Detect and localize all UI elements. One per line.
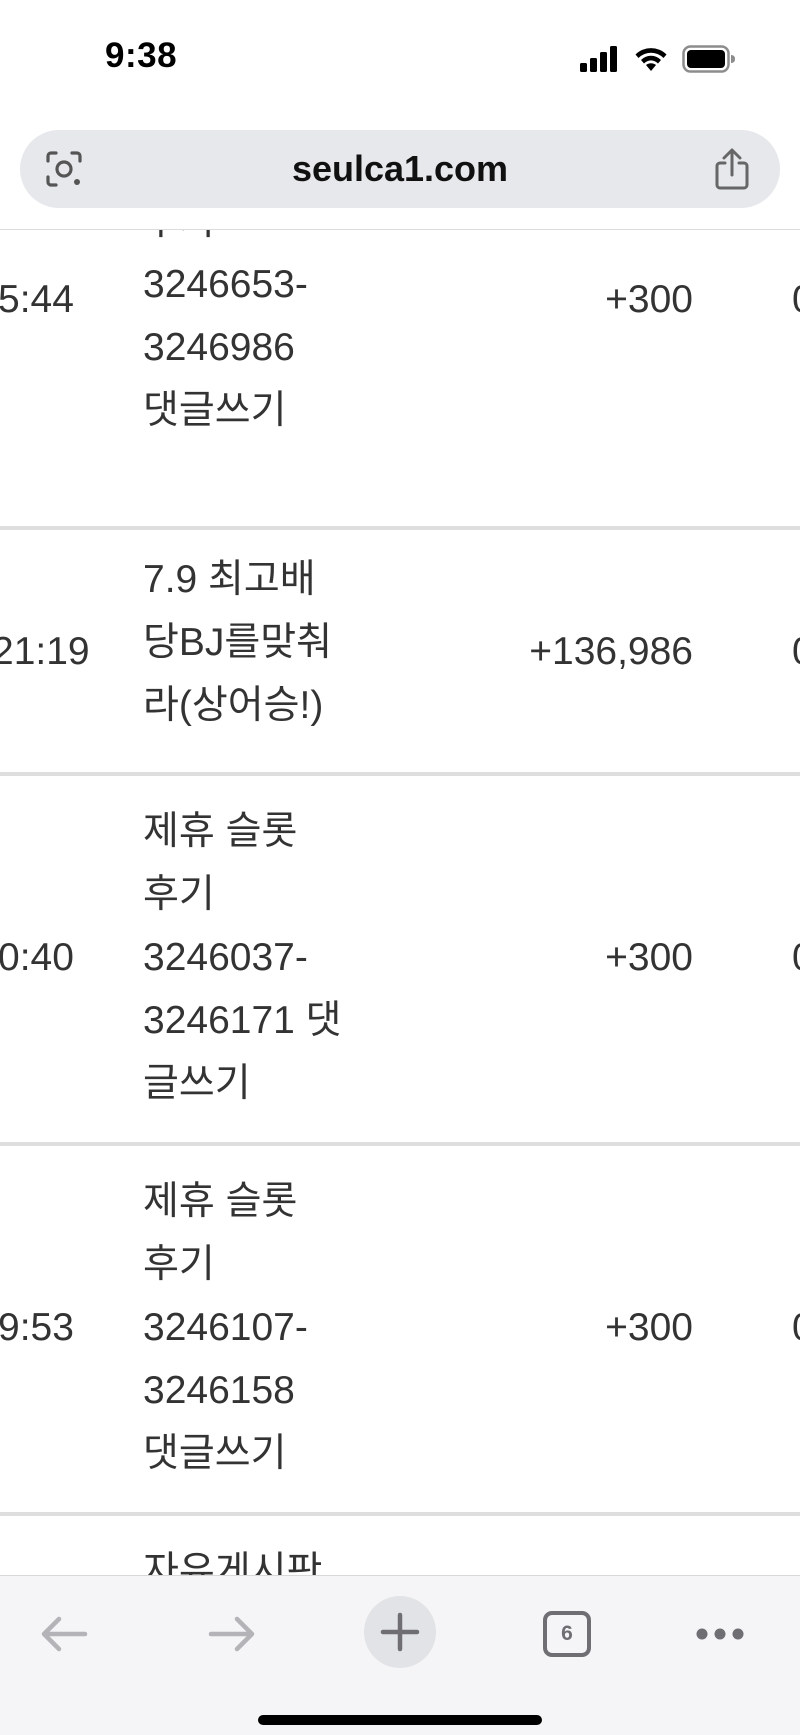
- row-title[interactable]: 자유게시판: [143, 1540, 358, 1575]
- title-line: 당BJ를맞춰: [143, 621, 333, 664]
- row-edge-value: 0: [792, 1306, 800, 1350]
- table-row: 후기 3246653- 3246986 댓글쓰기 5:44 +300 0: [0, 230, 800, 530]
- row-time: 9:53: [0, 1306, 74, 1349]
- tab-count: 6: [561, 1622, 573, 1645]
- row-time: 21:19: [0, 630, 90, 673]
- title-line: 후기: [143, 230, 358, 253]
- cellular-signal-icon: [580, 46, 617, 72]
- table-row: 자유게시판: [0, 1516, 800, 1575]
- status-bar: 9:38: [0, 0, 800, 118]
- title-line: 글쓰기: [143, 1062, 251, 1105]
- more-button[interactable]: [680, 1594, 760, 1674]
- row-edge-value: 0: [792, 936, 800, 980]
- title-line: 댓글쓰기: [143, 1432, 287, 1475]
- address-bar-container: seulca1.com: [0, 118, 800, 230]
- plus-icon: [380, 1612, 420, 1652]
- url-text[interactable]: seulca1.com: [20, 130, 780, 208]
- home-indicator[interactable]: [258, 1715, 542, 1725]
- title-line: 제휴 슬롯: [143, 810, 298, 853]
- arrow-left-icon: [41, 1616, 88, 1652]
- title-line: 3246986: [143, 326, 295, 369]
- battery-icon: [682, 45, 735, 73]
- title-line: 7.9 최고배: [143, 558, 316, 601]
- share-icon[interactable]: [712, 147, 752, 191]
- title-line: 제휴 슬롯: [143, 1180, 298, 1223]
- row-edge-value: 0: [792, 630, 800, 674]
- row-amount: +300: [605, 278, 693, 321]
- row-time: 0:40: [0, 936, 74, 979]
- row-amount: +300: [605, 936, 693, 979]
- table-row: 제휴 슬롯 후기 3246037- 3246171 댓 글쓰기 0:40 +30…: [0, 776, 800, 1146]
- tabs-icon: 6: [543, 1611, 591, 1657]
- title-line: 후기: [143, 873, 215, 916]
- title-line: 댓글쓰기: [143, 389, 287, 432]
- row-title[interactable]: 후기 3246653- 3246986 댓글쓰기: [143, 230, 358, 442]
- row-title[interactable]: 제휴 슬롯 후기 3246107- 3246158 댓글쓰기: [143, 1170, 358, 1485]
- title-line: 라(상어승!): [143, 684, 324, 727]
- status-icons: [580, 44, 736, 74]
- title-line: 3246653-: [143, 263, 308, 306]
- new-tab-button[interactable]: [364, 1596, 436, 1668]
- row-title[interactable]: 7.9 최고배 당BJ를맞춰 라(상어승!): [143, 548, 358, 737]
- title-line: 후기: [143, 1243, 215, 1286]
- title-line: 3246037-: [143, 936, 308, 979]
- title-line: 자유게시판: [143, 1550, 323, 1575]
- wifi-icon: [635, 48, 667, 71]
- browser-screen: 9:38 seulca1.com 3246653- 3246986 댓글쓰기 5…: [0, 0, 800, 1735]
- row-title[interactable]: 제휴 슬롯 후기 3246037- 3246171 댓 글쓰기: [143, 800, 358, 1115]
- tabs-button[interactable]: 6: [527, 1594, 607, 1674]
- status-time: 9:38: [105, 36, 178, 75]
- title-line: 3246107-: [143, 1306, 308, 1349]
- title-line: 3246158: [143, 1369, 295, 1412]
- back-button[interactable]: [24, 1594, 104, 1674]
- title-line: 3246171 댓: [143, 999, 342, 1042]
- table-row: 제휴 슬롯 후기 3246107- 3246158 댓글쓰기 9:53 +300…: [0, 1146, 800, 1516]
- table-row: 7.9 최고배 당BJ를맞춰 라(상어승!) 21:19 +136,986 0: [0, 530, 800, 776]
- points-history-table: 후기 3246653- 3246986 댓글쓰기 5:44 +300 0 7.9…: [0, 230, 800, 1575]
- browser-toolbar: 6: [0, 1575, 800, 1735]
- more-dots-icon: [696, 1628, 744, 1640]
- row-amount: +136,986: [529, 630, 693, 673]
- address-bar[interactable]: seulca1.com: [20, 130, 780, 208]
- arrow-right-icon: [208, 1616, 255, 1652]
- row-amount: +300: [605, 1306, 693, 1349]
- row-edge-value: 0: [792, 278, 800, 322]
- forward-button[interactable]: [192, 1594, 272, 1674]
- row-time: 5:44: [0, 278, 74, 321]
